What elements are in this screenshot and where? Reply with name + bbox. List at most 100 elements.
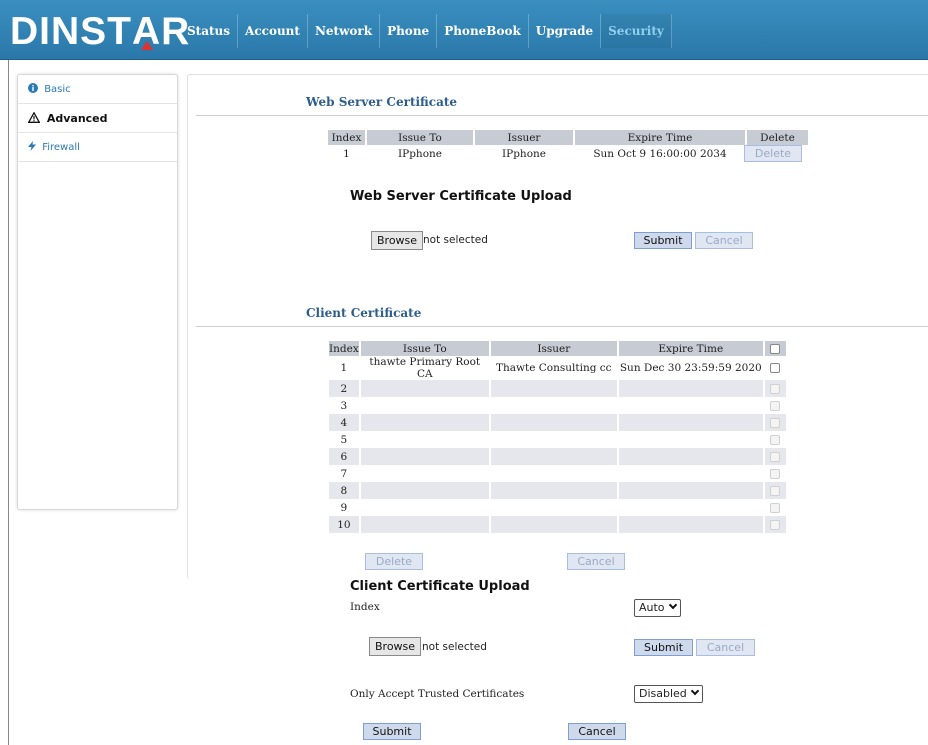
cell-select [763,414,786,431]
info-circle-icon [28,83,41,95]
cell-index: 9 [329,499,361,516]
web-file-status: not selected [423,234,488,246]
cell-index: 2 [329,380,361,397]
sidebar-item-firewall[interactable]: Firewall [18,133,177,162]
cell-issue-to [359,516,491,533]
sidebar-item-label: Advanced [46,112,108,125]
lightning-icon [28,141,39,153]
web-cert-table: Index Issue To Issuer Expire Time Delete… [328,130,808,162]
row-checkbox[interactable] [770,485,781,496]
row-checkbox[interactable] [770,383,781,394]
table-header-row: Index Issue To Issuer Expire Time [329,341,786,356]
col-header: Issue To [366,130,475,145]
cell-issuer: IPphone [474,145,575,162]
web-submit-button[interactable]: Submit [634,232,692,249]
cell-expire: Sun Oct 9 16:00:00 2034 [574,145,747,162]
cell-select [763,516,786,533]
col-header: Issue To [359,341,491,356]
cell-select [763,448,786,465]
nav-phone[interactable]: Phone [380,14,438,48]
cell-issuer [489,482,619,499]
cell-expire: Sun Dec 30 23:59:59 2020 [617,356,765,380]
row-checkbox[interactable] [770,519,781,530]
left-frame-border [8,60,9,745]
nav-account[interactable]: Account [238,14,308,48]
web-browse-button[interactable]: Browse [371,231,424,250]
nav-phonebook[interactable]: PhoneBook [437,14,529,48]
sidebar-item-basic[interactable]: Basic [18,75,177,104]
table-row: 2 [329,380,786,397]
nav-status[interactable]: Status [180,14,239,48]
client-cert-table: Index Issue To Issuer Expire Time 1 thaw… [329,341,786,533]
divider [196,115,928,116]
cell-issue-to [359,499,491,516]
nav-security[interactable]: Security [601,14,672,48]
cell-expire [617,516,765,533]
web-cert-title: Web Server Certificate [306,95,458,109]
web-cert-delete-button[interactable]: Delete [744,145,802,162]
table-row: 8 [329,482,786,499]
sidebar-item-label: Basic [44,84,71,95]
web-cancel-button[interactable]: Cancel [695,232,753,249]
cell-expire [617,499,765,516]
chevron-down-icon [668,600,677,610]
nav-network[interactable]: Network [308,14,381,48]
nav-upgrade[interactable]: Upgrade [529,14,602,48]
cell-issuer [489,499,619,516]
table-row: 6 [329,448,786,465]
cell-expire [617,397,765,414]
cell-index: 7 [329,465,361,482]
col-header: Index [329,341,361,356]
row-checkbox[interactable] [770,451,781,462]
cell-select [764,499,786,516]
cell-issuer [489,414,619,431]
cell-issuer [489,448,619,465]
cell-issue-to [359,482,491,499]
cell-index: 4 [329,414,361,431]
client-submit-button[interactable]: Submit [634,639,693,656]
row-checkbox[interactable] [770,468,781,479]
row-checkbox[interactable] [770,400,781,411]
col-header: Delete [746,130,808,145]
cell-issuer [489,380,619,397]
cell-issue-to [359,414,491,431]
cell-select [764,465,786,482]
cell-issue-to: thawte Primary Root CA [359,356,491,380]
index-select-value: Auto [639,601,665,614]
client-delete-button[interactable]: Delete [365,553,423,570]
client-upload-panel: Client Certificate Upload Index Auto Bro… [184,578,928,745]
trusted-select[interactable]: Disabled [634,685,703,703]
cell-issue-to [359,448,491,465]
main-panel: Web Server Certificate Index Issue To Is… [187,74,928,579]
cell-expire [617,380,765,397]
client-cancel-button[interactable]: Cancel [567,553,625,570]
col-header: Issuer [474,130,575,145]
select-all-checkbox[interactable] [770,343,781,354]
index-select[interactable]: Auto [634,599,681,617]
row-checkbox[interactable] [770,363,781,373]
table-row: 7 [329,465,786,482]
client-file-status: not selected [422,641,487,653]
cell-index: 10 [329,516,361,533]
client-cert-title: Client Certificate [306,306,422,320]
final-cancel-button[interactable]: Cancel [568,723,626,740]
cell-expire [617,482,765,499]
row-checkbox[interactable] [770,434,781,445]
main-nav: Status Account Network Phone PhoneBook U… [180,14,672,48]
row-checkbox[interactable] [770,417,781,428]
trusted-label: Only Accept Trusted Certificates [350,688,525,700]
client-browse-button[interactable]: Browse [369,637,422,656]
table-row: 3 [329,397,786,414]
dinstar-logo: DINSTAR [10,10,191,53]
cell-index: 1 [329,356,361,380]
cell-expire [617,431,765,448]
table-row: 5 [329,431,786,448]
trusted-select-value: Disabled [639,687,687,700]
row-checkbox[interactable] [770,502,781,513]
final-submit-button[interactable]: Submit [363,723,421,740]
cell-expire [617,465,765,482]
chevron-down-icon [690,686,700,696]
cell-expire [617,448,765,465]
client-upload-cancel-button[interactable]: Cancel [696,639,755,656]
sidebar-item-advanced[interactable]: Advanced [18,104,177,133]
